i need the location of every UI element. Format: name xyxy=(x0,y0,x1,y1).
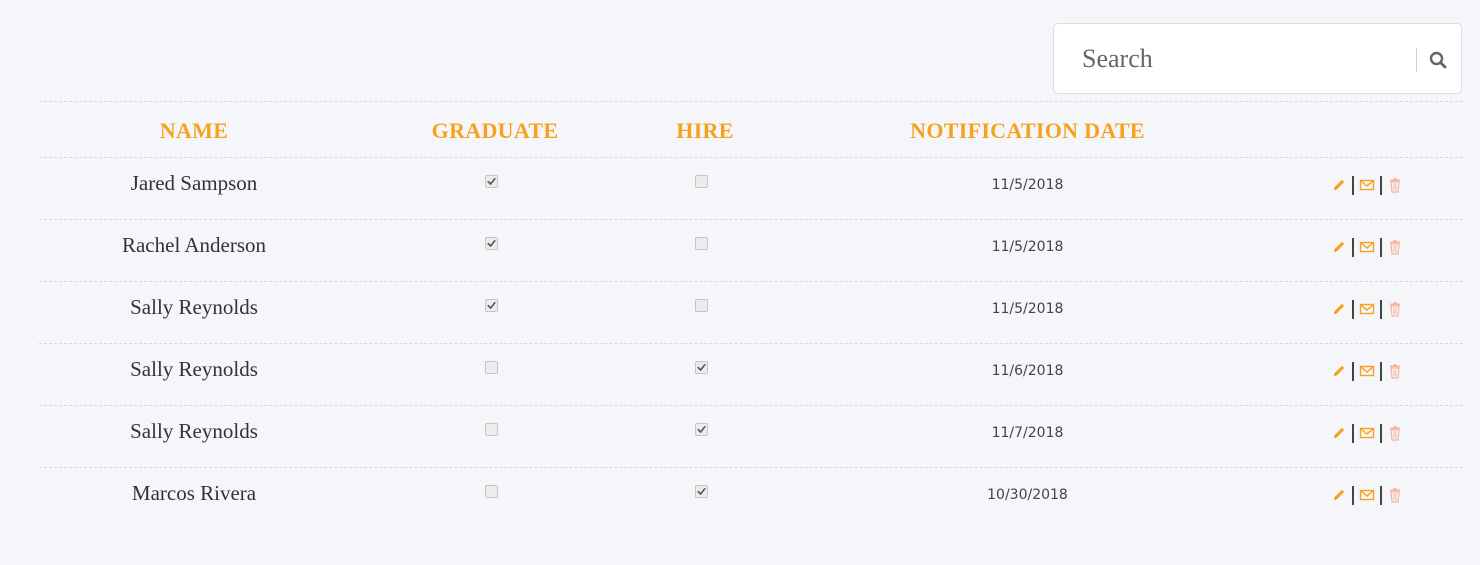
search-divider xyxy=(1416,48,1417,72)
envelope-icon[interactable] xyxy=(1359,239,1375,255)
hire-checkbox[interactable] xyxy=(695,423,708,436)
search-box xyxy=(1053,23,1462,94)
row-notification-date: 11/7/2018 xyxy=(991,425,1064,441)
row-name: Jared Sampson xyxy=(130,171,258,195)
trash-icon[interactable] xyxy=(1387,425,1403,441)
pencil-icon[interactable] xyxy=(1331,487,1347,503)
table-body: Jared Sampson 11/5/2018 Rachel Anderson 11/… xyxy=(39,158,1463,530)
row-actions xyxy=(1331,174,1403,196)
hire-checkbox[interactable] xyxy=(695,299,708,312)
table-row: Rachel Anderson 11/5/2018 xyxy=(39,220,1463,282)
row-name: Rachel Anderson xyxy=(121,233,267,257)
row-name: Sally Reynolds xyxy=(130,295,258,319)
action-separator xyxy=(1352,423,1354,443)
pencil-icon[interactable] xyxy=(1331,425,1347,441)
column-header-name: NAME xyxy=(159,118,229,143)
action-separator xyxy=(1352,175,1354,195)
table-row: Marcos Rivera 10/30/2018 xyxy=(39,468,1463,530)
action-separator xyxy=(1352,237,1354,257)
action-separator xyxy=(1380,299,1382,319)
search-input[interactable] xyxy=(1082,38,1402,80)
row-name: Sally Reynolds xyxy=(130,357,258,381)
action-separator xyxy=(1380,237,1382,257)
envelope-icon[interactable] xyxy=(1359,301,1375,317)
envelope-icon[interactable] xyxy=(1359,363,1375,379)
action-separator xyxy=(1380,361,1382,381)
row-notification-date: 11/5/2018 xyxy=(991,301,1064,317)
row-actions xyxy=(1331,236,1403,258)
column-header-graduate: GRADUATE xyxy=(431,118,559,143)
pencil-icon[interactable] xyxy=(1331,239,1347,255)
column-header-notification-date: NOTIFICATION DATE xyxy=(910,118,1145,143)
graduate-checkbox[interactable] xyxy=(485,423,498,436)
graduate-checkbox[interactable] xyxy=(485,485,498,498)
trash-icon[interactable] xyxy=(1387,487,1403,503)
row-notification-date: 11/5/2018 xyxy=(991,239,1064,255)
pencil-icon[interactable] xyxy=(1331,177,1347,193)
graduate-checkbox[interactable] xyxy=(485,175,498,188)
row-actions xyxy=(1331,422,1403,444)
graduate-checkbox[interactable] xyxy=(485,237,498,250)
hire-checkbox[interactable] xyxy=(695,485,708,498)
action-separator xyxy=(1352,299,1354,319)
trash-icon[interactable] xyxy=(1387,239,1403,255)
trash-icon[interactable] xyxy=(1387,301,1403,317)
action-separator xyxy=(1352,485,1354,505)
table-row: Sally Reynolds 11/7/2018 xyxy=(39,406,1463,468)
action-separator xyxy=(1380,485,1382,505)
notifications-table: NAME GRADUATE HIRE NOTIFICATION DATE Jar… xyxy=(39,101,1463,530)
row-actions xyxy=(1331,360,1403,382)
envelope-icon[interactable] xyxy=(1359,487,1375,503)
pencil-icon[interactable] xyxy=(1331,363,1347,379)
action-separator xyxy=(1380,423,1382,443)
hire-checkbox[interactable] xyxy=(695,361,708,374)
table-row: Sally Reynolds 11/6/2018 xyxy=(39,344,1463,406)
table-row: Sally Reynolds 11/5/2018 xyxy=(39,282,1463,344)
table-row: Jared Sampson 11/5/2018 xyxy=(39,158,1463,220)
row-actions xyxy=(1331,484,1403,506)
hire-checkbox[interactable] xyxy=(695,237,708,250)
pencil-icon[interactable] xyxy=(1331,301,1347,317)
trash-icon[interactable] xyxy=(1387,177,1403,193)
row-name: Sally Reynolds xyxy=(130,419,258,443)
search-icon[interactable] xyxy=(1426,48,1450,72)
row-notification-date: 11/6/2018 xyxy=(991,363,1064,379)
graduate-checkbox[interactable] xyxy=(485,299,498,312)
hire-checkbox[interactable] xyxy=(695,175,708,188)
graduate-checkbox[interactable] xyxy=(485,361,498,374)
row-actions xyxy=(1331,298,1403,320)
envelope-icon[interactable] xyxy=(1359,177,1375,193)
row-name: Marcos Rivera xyxy=(131,481,257,505)
action-separator xyxy=(1380,175,1382,195)
envelope-icon[interactable] xyxy=(1359,425,1375,441)
table-header: NAME GRADUATE HIRE NOTIFICATION DATE xyxy=(39,101,1463,158)
trash-icon[interactable] xyxy=(1387,363,1403,379)
row-notification-date: 10/30/2018 xyxy=(987,487,1068,503)
action-separator xyxy=(1352,361,1354,381)
row-notification-date: 11/5/2018 xyxy=(991,177,1064,193)
column-header-hire: HIRE xyxy=(676,118,734,143)
